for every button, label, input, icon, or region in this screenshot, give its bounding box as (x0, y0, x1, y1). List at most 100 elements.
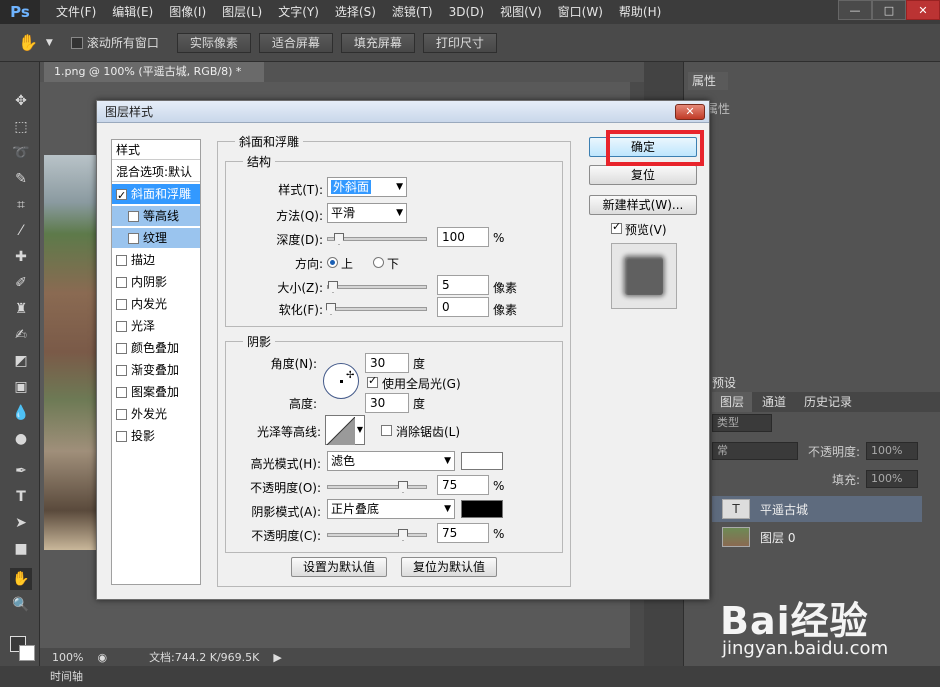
highlight-opacity-slider[interactable] (327, 481, 427, 493)
status-arrow-icon[interactable]: ▶ (273, 651, 281, 664)
hand-tool-icon[interactable]: ✋ (18, 33, 38, 52)
new-style-button[interactable]: 新建样式(W)... (589, 195, 697, 215)
stroke-checkbox[interactable] (116, 254, 127, 266)
path-select-tool-icon[interactable]: ➤ (10, 512, 32, 534)
style-item-texture[interactable]: 纹理 (112, 228, 200, 248)
gradient-tool-icon[interactable]: ▣ (10, 376, 32, 398)
blend-mode-select[interactable]: 常 (712, 442, 798, 460)
tab-history[interactable]: 历史记录 (796, 392, 860, 412)
style-item-color-overlay[interactable]: 颜色叠加 (112, 338, 200, 358)
blend-options-item[interactable]: 混合选项:默认 (112, 162, 200, 182)
eraser-tool-icon[interactable]: ◩ (10, 350, 32, 372)
properties-tab[interactable]: 属性 (688, 72, 728, 90)
preview-checkbox[interactable] (611, 220, 622, 234)
outer-glow-checkbox[interactable] (116, 408, 127, 420)
brush-tool-icon[interactable]: ✐ (10, 272, 32, 294)
history-brush-tool-icon[interactable]: ✍ (10, 324, 32, 346)
actual-pixels-button[interactable]: 实际像素 (176, 32, 251, 53)
menu-edit[interactable]: 编辑(E) (104, 0, 161, 24)
tool-preset-chevron-icon[interactable]: ▼ (46, 38, 53, 48)
maximize-button[interactable]: □ (872, 0, 906, 20)
close-window-button[interactable]: ✕ (906, 0, 940, 20)
marquee-tool-icon[interactable]: ⬚ (10, 116, 32, 138)
stamp-tool-icon[interactable]: ♜ (10, 298, 32, 320)
print-size-button[interactable]: 打印尺寸 (422, 32, 497, 53)
opacity-field[interactable]: 100% (866, 442, 918, 460)
shadow-opacity-input[interactable]: 75 (437, 523, 489, 543)
type-tool-icon[interactable]: T (10, 486, 32, 508)
hand-tool-sidebar-icon[interactable]: ✋ (10, 568, 32, 590)
shape-tool-icon[interactable]: ■ (10, 538, 32, 560)
shadow-color-swatch[interactable] (461, 500, 503, 518)
fill-field[interactable]: 100% (866, 470, 918, 488)
dodge-tool-icon[interactable]: ● (10, 428, 32, 450)
direction-up-radio[interactable] (327, 257, 338, 268)
status-menu-icon[interactable]: ◉ (97, 651, 107, 664)
background-color-icon[interactable] (19, 645, 35, 661)
presets-label[interactable]: 预设 (712, 374, 736, 391)
menu-type[interactable]: 文字(Y) (270, 0, 327, 24)
style-item-bevel-emboss[interactable]: 斜面和浮雕 (112, 184, 200, 206)
reset-button[interactable]: 复位 (589, 165, 697, 185)
menu-select[interactable]: 选择(S) (327, 0, 384, 24)
menu-filter[interactable]: 滤镜(T) (384, 0, 441, 24)
gradient-overlay-checkbox[interactable] (116, 364, 127, 376)
anti-alias-checkbox[interactable] (381, 425, 392, 436)
menu-3d[interactable]: 3D(D) (441, 0, 492, 24)
color-overlay-checkbox[interactable] (116, 342, 127, 354)
gloss-contour-picker[interactable]: ▼ (325, 415, 365, 445)
style-item-stroke[interactable]: 描边 (112, 250, 200, 270)
move-tool-icon[interactable]: ✥ (10, 90, 32, 112)
reset-default-button[interactable]: 复位为默认值 (401, 557, 497, 577)
style-item-drop-shadow[interactable]: 投影 (112, 426, 200, 446)
global-light-checkbox[interactable] (367, 374, 378, 388)
menu-help[interactable]: 帮助(H) (611, 0, 669, 24)
healing-tool-icon[interactable]: ✚ (10, 246, 32, 268)
tab-channels[interactable]: 通道 (754, 392, 794, 412)
scroll-all-checkbox-box[interactable] (70, 36, 83, 49)
style-item-contour[interactable]: 等高线 (112, 206, 200, 226)
highlight-mode-select[interactable]: 滤色 ▼ (327, 451, 455, 471)
drop-shadow-checkbox[interactable] (116, 430, 127, 442)
soften-input[interactable]: 0 (437, 297, 489, 317)
texture-checkbox[interactable] (128, 232, 139, 244)
menu-window[interactable]: 窗口(W) (550, 0, 611, 24)
zoom-tool-icon[interactable]: 🔍 (10, 594, 32, 616)
highlight-opacity-input[interactable]: 75 (437, 475, 489, 495)
menu-file[interactable]: 文件(F) (48, 0, 104, 24)
crop-tool-icon[interactable]: ⌗ (10, 194, 32, 216)
menu-view[interactable]: 视图(V) (492, 0, 550, 24)
fill-screen-button[interactable]: 填充屏幕 (340, 32, 415, 53)
layer-row[interactable]: 图层 0 (712, 524, 922, 550)
shadow-opacity-slider[interactable] (327, 529, 427, 541)
style-item-gradient-overlay[interactable]: 渐变叠加 (112, 360, 200, 380)
depth-slider[interactable] (327, 233, 427, 245)
angle-dial[interactable]: ✢ (323, 363, 359, 399)
pen-tool-icon[interactable]: ✒ (10, 460, 32, 482)
angle-input[interactable]: 30 (365, 353, 409, 373)
technique-select[interactable]: 平滑 ▼ (327, 203, 407, 223)
highlight-color-swatch[interactable] (461, 452, 503, 470)
document-tab[interactable]: 1.png @ 100% (平遥古城, RGB/8) * (44, 62, 264, 82)
depth-input[interactable]: 100 (437, 227, 489, 247)
layer-row[interactable]: T 平遥古城 (712, 496, 922, 522)
zoom-level[interactable]: 100% (52, 651, 83, 664)
style-item-inner-shadow[interactable]: 内阴影 (112, 272, 200, 292)
size-slider[interactable] (327, 281, 427, 293)
blur-tool-icon[interactable]: 💧 (10, 402, 32, 424)
menu-image[interactable]: 图像(I) (161, 0, 214, 24)
quick-select-tool-icon[interactable]: ✎ (10, 168, 32, 190)
layer-kind-filter[interactable]: 类型 (712, 414, 772, 432)
inner-glow-checkbox[interactable] (116, 298, 127, 310)
scroll-all-checkbox[interactable]: 滚动所有窗口 (70, 34, 159, 51)
style-list-header[interactable]: 样式 (112, 140, 200, 160)
contour-checkbox[interactable] (128, 210, 139, 222)
style-item-outer-glow[interactable]: 外发光 (112, 404, 200, 424)
pattern-overlay-checkbox[interactable] (116, 386, 127, 398)
fit-screen-button[interactable]: 适合屏幕 (258, 32, 333, 53)
lasso-tool-icon[interactable]: ➰ (10, 142, 32, 164)
soften-slider[interactable] (326, 303, 427, 315)
eyedropper-tool-icon[interactable]: ⁄ (10, 220, 32, 242)
altitude-input[interactable]: 30 (365, 393, 409, 413)
satin-checkbox[interactable] (116, 320, 127, 332)
